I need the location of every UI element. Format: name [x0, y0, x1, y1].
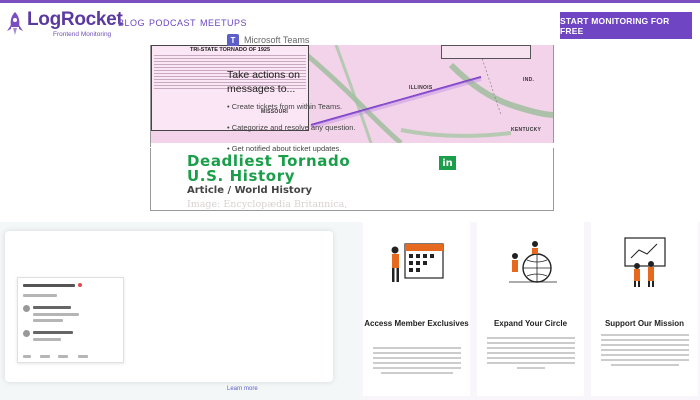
benefit-description-placeholder: [487, 335, 575, 372]
nav-meetups[interactable]: MEETUPS: [200, 18, 247, 28]
benefit-description-placeholder: [373, 345, 461, 377]
chat-action[interactable]: [58, 355, 68, 358]
globe-people-illustration-icon: [509, 241, 557, 283]
list-item: Create tickets from within Teams.: [227, 102, 356, 111]
logo-wordmark: LogRocket: [27, 9, 123, 30]
map-legend: [441, 45, 531, 59]
notification-dot: [78, 283, 82, 287]
chat-line: [33, 338, 61, 341]
benefit-description-placeholder: [601, 332, 689, 369]
chat-line: [23, 294, 57, 297]
map-label-kentucky: KENTUCKY: [511, 127, 542, 133]
teams-app-name: Microsoft Teams: [244, 35, 310, 45]
benefits-section: Access Member Exclusives Expand Your Cir…: [360, 222, 700, 400]
caption-in-badge: in: [439, 156, 456, 170]
chat-action[interactable]: [40, 355, 50, 358]
map-label-illinois: ILLINOIS: [409, 85, 433, 91]
nav-blog[interactable]: BLOG: [118, 18, 145, 28]
caption-subtitle: Article / World History: [187, 185, 313, 196]
main-nav: BLOG PODCAST MEETUPS: [118, 18, 247, 28]
caption-credit: Image: Encyclopædia Britannica,: [187, 199, 348, 210]
chat-title-line: [23, 284, 75, 287]
start-monitoring-button[interactable]: START MONITORING FOR FREE: [560, 12, 692, 39]
site-header: LogRocket Frontend Monitoring BLOG PODCA…: [0, 3, 700, 45]
map-label-indiana: IND.: [523, 77, 535, 83]
calendar-people-illustration-icon: [391, 243, 444, 282]
presentation-people-illustration-icon: [624, 237, 666, 287]
avatar: [23, 330, 30, 337]
nav-podcast[interactable]: PODCAST: [149, 18, 196, 28]
chat-line: [33, 331, 73, 334]
avatar: [23, 305, 30, 312]
logo[interactable]: LogRocket Frontend Monitoring: [6, 9, 126, 41]
teams-heading: Take actions on messages to...: [227, 69, 300, 95]
list-item: Categorize and resolve any question.: [227, 123, 356, 132]
benefit-card-circle: Expand Your Circle: [477, 222, 584, 396]
chat-line: [33, 313, 79, 316]
benefit-card-exclusives: Access Member Exclusives: [363, 222, 470, 396]
list-item: Get notified about ticket updates.: [227, 144, 356, 153]
benefit-title: Expand Your Circle: [493, 319, 568, 328]
teams-card: [5, 231, 333, 382]
teams-integration-section: [0, 222, 360, 400]
chat-action[interactable]: [23, 355, 31, 358]
chat-action[interactable]: [78, 355, 88, 358]
benefit-title: Access Member Exclusives: [364, 319, 469, 328]
chat-line: [33, 306, 71, 309]
learn-more-link[interactable]: Learn more: [227, 386, 258, 392]
chat-line: [33, 319, 63, 322]
teams-feature-list: Create tickets from within Teams. Catego…: [227, 102, 356, 165]
caption-title-line2: U.S. History: [187, 167, 296, 185]
teams-chat-preview: [17, 277, 124, 363]
teams-logo-icon: T: [227, 34, 239, 46]
benefit-card-mission: Support Our Mission: [591, 222, 698, 396]
rocket-icon: [7, 12, 23, 35]
logo-tagline: Frontend Monitoring: [53, 31, 112, 38]
benefit-title: Support Our Mission: [604, 319, 685, 328]
